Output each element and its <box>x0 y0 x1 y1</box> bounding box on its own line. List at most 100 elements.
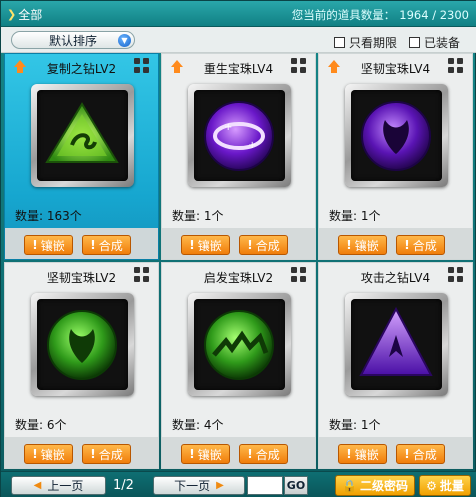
exclamation-icon: ! <box>32 447 38 461</box>
exclamation-icon: ! <box>346 447 352 461</box>
item-image-frame[interactable] <box>345 84 448 187</box>
exclamation-icon: ! <box>90 238 96 252</box>
inlay-button[interactable]: ! 镶嵌 <box>181 444 230 464</box>
inlay-label: 镶嵌 <box>354 238 379 253</box>
grid-view-icon[interactable] <box>134 267 150 283</box>
item-quantity: 数量: 4个 <box>172 418 224 432</box>
lock-icon: 🔒 <box>342 478 357 493</box>
item-quantity: 数量: 1个 <box>172 209 224 223</box>
exclamation-icon: ! <box>346 238 352 252</box>
inlay-button[interactable]: ! 镶嵌 <box>181 235 230 255</box>
bottom-bar: ◀ 上一页 1/2 下一页 ▶ GO 🔒 二级密码 ⚙ 批量 <box>1 471 476 497</box>
equipped-label: 已装备 <box>424 36 461 50</box>
grid-view-icon[interactable] <box>134 58 150 74</box>
grid-view-icon[interactable] <box>448 267 464 283</box>
exclamation-icon: ! <box>90 447 96 461</box>
inlay-button[interactable]: ! 镶嵌 <box>24 444 73 464</box>
green-orb-wave-gem-icon <box>194 299 285 390</box>
top-bar: ❯ 全部 您当前的道具数量： 1964 / 2300 <box>1 1 476 27</box>
exclamation-icon: ! <box>247 447 253 461</box>
item-card[interactable]: 复制之钻LV2 数量: 163个 ! 镶嵌 ! 合成 <box>4 53 159 260</box>
inlay-button[interactable]: ! 镶嵌 <box>338 235 387 255</box>
inlay-button[interactable]: ! 镶嵌 <box>24 235 73 255</box>
combine-label: 合成 <box>98 447 123 462</box>
item-quantity: 数量: 6个 <box>15 418 67 432</box>
inlay-label: 镶嵌 <box>354 447 379 462</box>
combine-label: 合成 <box>412 238 437 253</box>
grid-view-icon[interactable] <box>448 58 464 74</box>
item-quantity: 数量: 1个 <box>329 209 381 223</box>
go-button[interactable]: GO <box>284 476 308 495</box>
combine-button[interactable]: ! 合成 <box>396 444 445 464</box>
exclamation-icon: ! <box>404 238 410 252</box>
checkbox-box[interactable] <box>409 37 420 48</box>
item-image-frame[interactable] <box>31 84 134 187</box>
prev-page-label: 上一页 <box>47 479 84 493</box>
item-window: ❯ 全部 您当前的道具数量： 1964 / 2300 默认排序 ▼ 只看期限 已装… <box>0 0 476 497</box>
purple-triangle-gem-icon <box>351 299 442 390</box>
item-card[interactable]: 坚韧宝珠LV2 数量: 6个 ! 镶嵌 ! 合成 <box>4 262 159 469</box>
combine-button[interactable]: ! 合成 <box>82 235 131 255</box>
combine-button[interactable]: ! 合成 <box>239 235 288 255</box>
item-grid: 复制之钻LV2 数量: 163个 ! 镶嵌 ! 合成 重生宝珠LV4 + + 数… <box>4 53 474 469</box>
combine-button[interactable]: ! 合成 <box>82 444 131 464</box>
inlay-label: 镶嵌 <box>40 447 65 462</box>
item-quantity: 数量: 1个 <box>329 418 381 432</box>
item-count: 您当前的道具数量： 1964 / 2300 <box>292 7 469 23</box>
green-triangle-gem-icon <box>37 90 128 181</box>
purple-orb-mask-gem-icon <box>351 90 442 181</box>
svg-text:+: + <box>248 140 256 151</box>
page-number-input[interactable] <box>247 476 283 495</box>
inlay-label: 镶嵌 <box>40 238 65 253</box>
item-card[interactable]: 坚韧宝珠LV4 数量: 1个 ! 镶嵌 ! 合成 <box>318 53 473 260</box>
item-card[interactable]: 启发宝珠LV2 数量: 4个 ! 镶嵌 ! 合成 <box>161 262 316 469</box>
inlay-button[interactable]: ! 镶嵌 <box>338 444 387 464</box>
combine-button[interactable]: ! 合成 <box>239 444 288 464</box>
green-orb-mask-gem-icon <box>37 299 128 390</box>
equipped-checkbox[interactable]: 已装备 <box>409 34 460 51</box>
exclamation-icon: ! <box>189 447 195 461</box>
chevron-down-icon: ▼ <box>118 34 131 47</box>
secondary-password-label: 二级密码 <box>359 479 408 493</box>
all-category-tab[interactable]: ❯ 全部 <box>7 6 42 23</box>
item-image-frame[interactable]: + + <box>188 84 291 187</box>
item-image-frame[interactable] <box>31 293 134 396</box>
item-image-frame[interactable] <box>345 293 448 396</box>
next-page-button[interactable]: 下一页 ▶ <box>153 476 245 495</box>
inlay-label: 镶嵌 <box>197 447 222 462</box>
batch-label: 批量 <box>439 479 464 493</box>
grid-view-icon[interactable] <box>291 58 307 74</box>
checkbox-box[interactable] <box>334 37 345 48</box>
only-timed-checkbox[interactable]: 只看期限 <box>334 34 397 51</box>
next-page-label: 下一页 <box>174 479 211 493</box>
page-indicator: 1/2 <box>113 478 134 493</box>
combine-label: 合成 <box>412 447 437 462</box>
svg-text:+: + <box>224 122 232 133</box>
prev-page-button[interactable]: ◀ 上一页 <box>11 476 106 495</box>
sort-selected-value: 默认排序 <box>48 33 97 48</box>
exclamation-icon: ! <box>247 238 253 252</box>
chevron-right-icon: ❯ <box>7 8 17 21</box>
gear-icon: ⚙ <box>426 478 437 493</box>
item-count-value: 1964 / 2300 <box>399 8 469 22</box>
only-timed-label: 只看期限 <box>349 36 398 50</box>
item-card[interactable]: 攻击之钻LV4 数量: 1个 ! 镶嵌 ! 合成 <box>318 262 473 469</box>
all-tab-label: 全部 <box>18 8 43 22</box>
arrow-left-icon: ◀ <box>33 480 42 491</box>
arrow-right-icon: ▶ <box>216 480 224 491</box>
item-card[interactable]: 重生宝珠LV4 + + 数量: 1个 ! 镶嵌 ! 合成 <box>161 53 316 260</box>
exclamation-icon: ! <box>404 447 410 461</box>
batch-button[interactable]: ⚙ 批量 <box>419 475 471 496</box>
inlay-label: 镶嵌 <box>197 238 222 253</box>
item-image-frame[interactable] <box>188 293 291 396</box>
combine-button[interactable]: ! 合成 <box>396 235 445 255</box>
combine-label: 合成 <box>98 238 123 253</box>
exclamation-icon: ! <box>32 238 38 252</box>
sort-dropdown[interactable]: 默认排序 ▼ <box>11 31 135 49</box>
combine-label: 合成 <box>255 447 280 462</box>
item-quantity: 数量: 163个 <box>15 209 82 223</box>
secondary-password-button[interactable]: 🔒 二级密码 <box>335 475 415 496</box>
combine-label: 合成 <box>255 238 280 253</box>
grid-view-icon[interactable] <box>291 267 307 283</box>
exclamation-icon: ! <box>189 238 195 252</box>
